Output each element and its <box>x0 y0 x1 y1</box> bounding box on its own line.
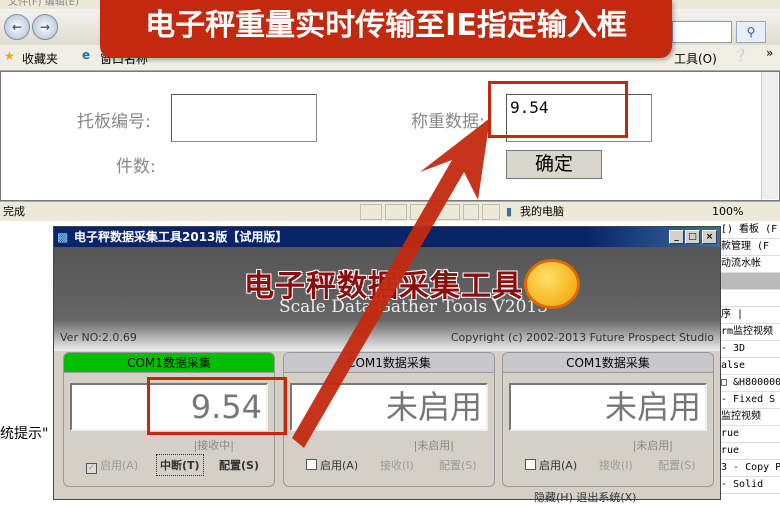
annotation-arrow <box>292 118 490 448</box>
highlight-box-display <box>147 377 287 435</box>
headline-banner: 电子秤重量实时传输至IE指定输入框 <box>100 0 672 58</box>
arrow-shape <box>292 118 490 448</box>
highlight-box-input <box>488 81 628 138</box>
